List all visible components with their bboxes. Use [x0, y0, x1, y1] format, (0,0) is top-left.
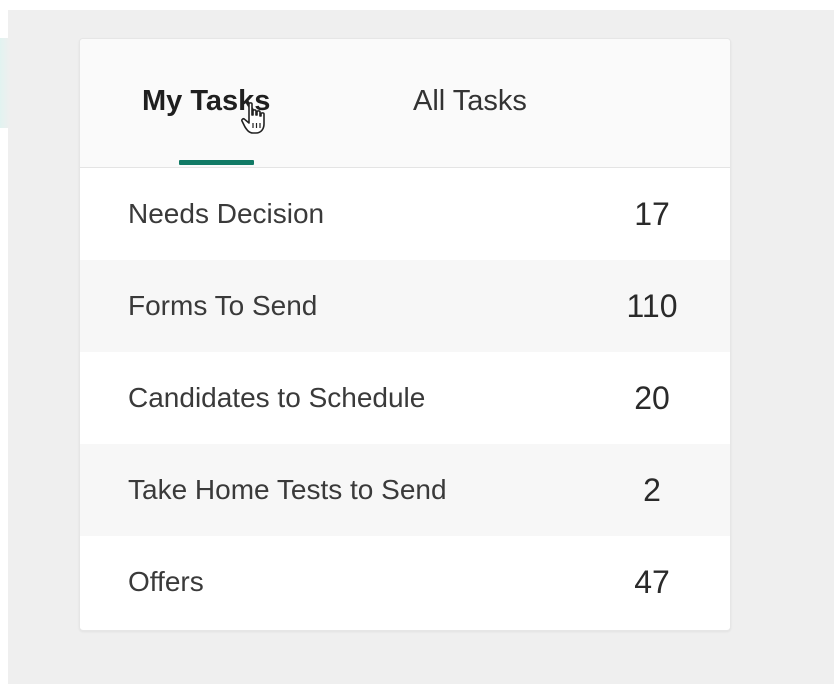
task-row-offers[interactable]: Offers 47 — [80, 536, 730, 628]
task-label: Candidates to Schedule — [128, 382, 426, 413]
task-list: Needs Decision 17 Forms To Send 110 Cand… — [80, 168, 730, 628]
task-label: Offers — [128, 566, 204, 597]
tab-all-tasks[interactable]: All Tasks — [413, 84, 527, 118]
task-label: Take Home Tests to Send — [128, 474, 447, 505]
task-count: 20 — [634, 379, 670, 416]
tasks-card: My Tasks All Tasks Needs Decision 17 For… — [79, 38, 731, 631]
task-count: 47 — [634, 563, 670, 600]
left-edge-accent — [0, 38, 10, 128]
task-count: 110 — [626, 287, 678, 324]
tab-bar: My Tasks All Tasks — [80, 39, 730, 168]
task-label: Needs Decision — [128, 198, 325, 229]
task-label: Forms To Send — [128, 290, 318, 321]
task-row-candidates-to-schedule[interactable]: Candidates to Schedule 20 — [80, 352, 730, 444]
task-count: 2 — [643, 471, 661, 508]
active-tab-indicator — [179, 160, 254, 165]
task-row-forms-to-send[interactable]: Forms To Send 110 — [80, 260, 730, 352]
task-row-needs-decision[interactable]: Needs Decision 17 — [80, 168, 730, 260]
task-count: 17 — [634, 195, 670, 232]
task-row-take-home-tests[interactable]: Take Home Tests to Send 2 — [80, 444, 730, 536]
hand-pointer-icon — [241, 102, 265, 134]
